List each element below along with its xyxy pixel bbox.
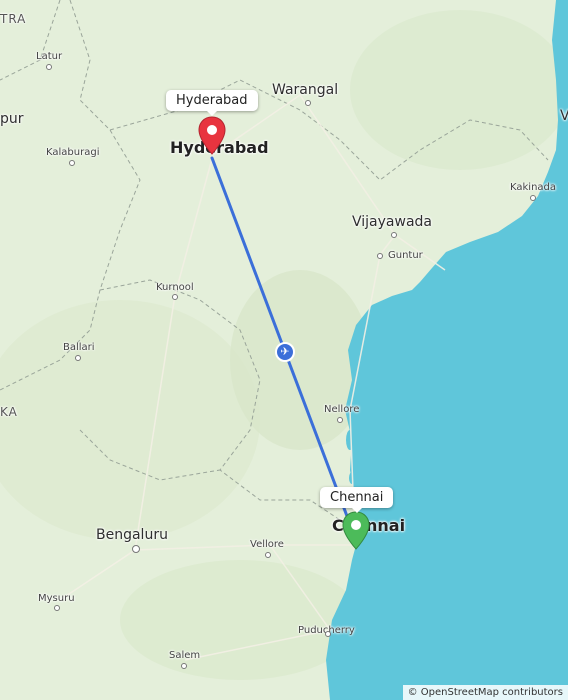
map-edge-label-tra: TRA [0, 12, 27, 26]
origin-pin-icon[interactable] [197, 116, 227, 156]
origin-callout[interactable]: Hyderabad [166, 90, 258, 116]
place-dot-kalaburagi [69, 160, 75, 166]
place-label-kakinada: Kakinada [510, 182, 557, 193]
place-dot-salem [181, 663, 187, 669]
place-label-kurnool: Kurnool [156, 282, 194, 293]
place-dot-vellore [265, 552, 271, 558]
place-label-nellore: Nellore [324, 404, 360, 415]
place-dot-latur [46, 64, 52, 70]
place-dot-nellore [337, 417, 343, 423]
place-dot-kurnool [172, 294, 178, 300]
place-label-bengaluru: Bengaluru [96, 527, 168, 543]
place-dot-bengaluru [132, 545, 140, 553]
map-edge-label-pur: pur [0, 111, 24, 127]
place-label-guntur: Guntur [388, 250, 423, 261]
place-label-warangal: Warangal [272, 82, 339, 98]
place-label-salem: Salem [169, 650, 201, 661]
airplane-icon[interactable]: ✈ [275, 342, 295, 362]
map-attribution[interactable]: © OpenStreetMap contributors [402, 685, 568, 700]
place-dot-warangal [305, 100, 311, 106]
place-dot-puducherry [325, 631, 331, 637]
place-dot-vijayawada [391, 232, 397, 238]
place-dot-kakinada [530, 195, 536, 201]
map-canvas[interactable]: TRA pur KA V Latur Kalaburagi Warangal H… [0, 0, 568, 700]
place-label-latur: Latur [36, 51, 63, 62]
destination-pin-icon[interactable] [341, 511, 371, 551]
place-dot-guntur [377, 253, 383, 259]
map-edge-label-v: V [560, 108, 568, 124]
place-dot-ballari [75, 355, 81, 361]
place-label-mysuru: Mysuru [38, 593, 75, 604]
destination-callout[interactable]: Chennai [320, 487, 394, 513]
place-label-kalaburagi: Kalaburagi [46, 147, 100, 158]
map-edge-label-ka: KA [0, 405, 18, 419]
place-label-ballari: Ballari [63, 342, 95, 353]
place-label-vellore: Vellore [250, 539, 284, 550]
place-dot-mysuru [54, 605, 60, 611]
place-label-vijayawada: Vijayawada [352, 214, 432, 230]
